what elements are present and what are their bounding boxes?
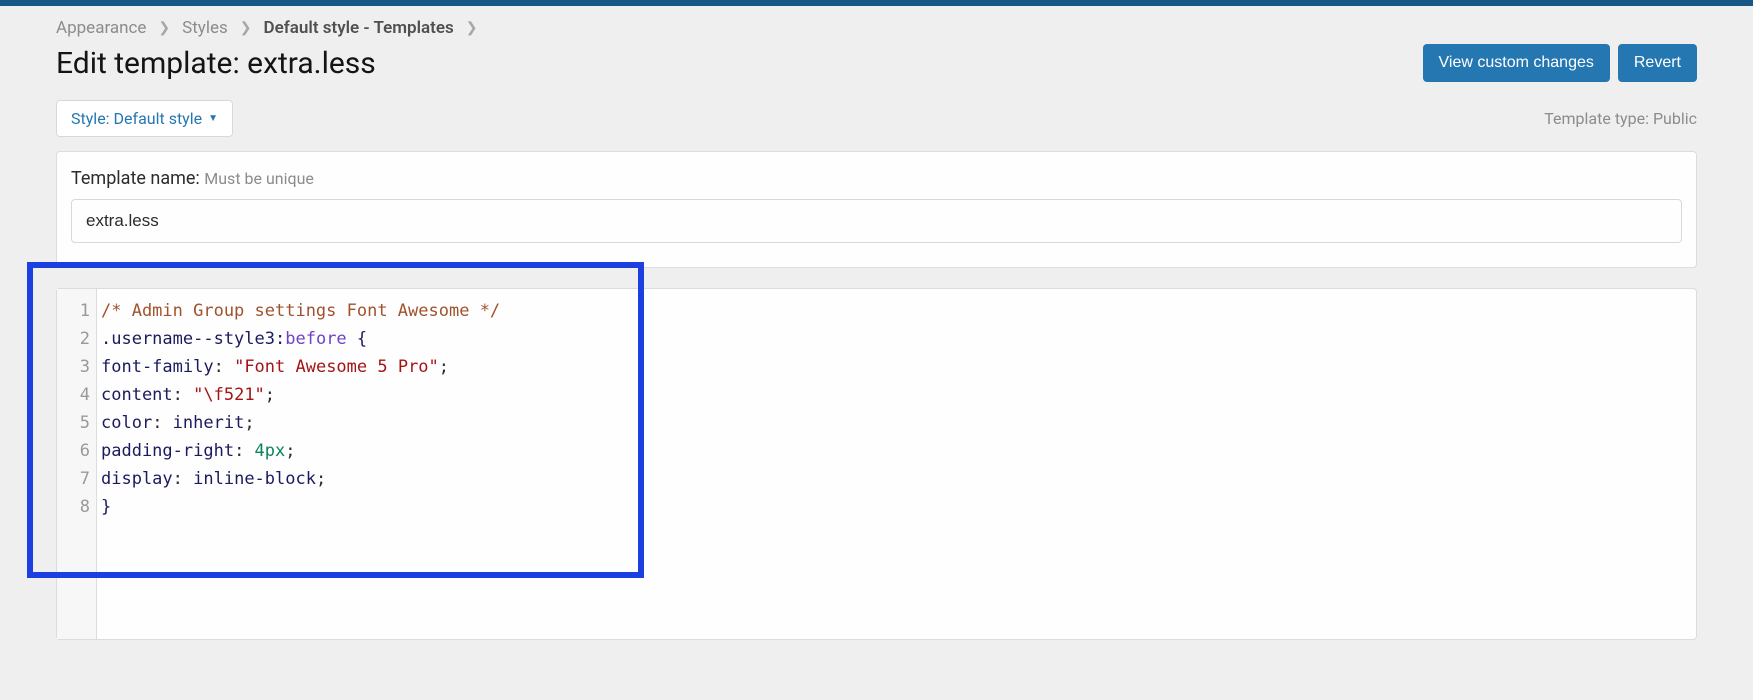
style-selector-label: Style: Default style <box>71 109 202 128</box>
template-name-hint: Must be unique <box>204 169 314 188</box>
page-title: Edit template: extra.less <box>56 46 376 81</box>
code-line: /* Admin Group settings Font Awesome */ <box>101 297 500 325</box>
caret-down-icon: ▼ <box>208 113 218 124</box>
code-body[interactable]: /* Admin Group settings Font Awesome */ … <box>97 289 500 639</box>
line-number: 3 <box>57 353 90 381</box>
breadcrumb-styles[interactable]: Styles <box>182 18 228 38</box>
code-line: display: inline-block; <box>101 465 500 493</box>
line-number: 7 <box>57 465 90 493</box>
template-name-panel: Template name: Must be unique <box>56 151 1697 268</box>
code-line: padding-right: 4px; <box>101 437 500 465</box>
code-line: } <box>101 493 500 521</box>
breadcrumb: Appearance ❯ Styles ❯ Default style - Te… <box>56 18 1697 38</box>
template-name-label: Template name: <box>71 168 200 189</box>
chevron-right-icon: ❯ <box>158 20 170 36</box>
breadcrumb-appearance[interactable]: Appearance <box>56 18 146 38</box>
action-buttons: View custom changes Revert <box>1423 44 1697 82</box>
chevron-right-icon: ❯ <box>466 20 478 36</box>
line-number-gutter: 1 2 3 4 5 6 7 8 <box>57 289 97 639</box>
breadcrumb-current: Default style - Templates <box>264 18 454 38</box>
code-editor-panel: 1 2 3 4 5 6 7 8 /* Admin Group settings … <box>56 288 1697 640</box>
view-custom-changes-button[interactable]: View custom changes <box>1423 44 1610 82</box>
code-line: font-family: "Font Awesome 5 Pro"; <box>101 353 500 381</box>
template-type-label: Template type: Public <box>1544 109 1697 128</box>
code-line: color: inherit; <box>101 409 500 437</box>
line-number: 4 <box>57 381 90 409</box>
line-number: 2 <box>57 325 90 353</box>
revert-button[interactable]: Revert <box>1618 44 1697 82</box>
code-line: .username--style3:before { <box>101 325 500 353</box>
line-number: 6 <box>57 437 90 465</box>
line-number: 5 <box>57 409 90 437</box>
code-line: content: "\f521"; <box>101 381 500 409</box>
code-editor[interactable]: 1 2 3 4 5 6 7 8 /* Admin Group settings … <box>57 289 1696 639</box>
style-selector-dropdown[interactable]: Style: Default style ▼ <box>56 100 233 137</box>
chevron-right-icon: ❯ <box>240 20 252 36</box>
template-name-input[interactable] <box>71 199 1682 243</box>
line-number: 1 <box>57 297 90 325</box>
line-number: 8 <box>57 493 90 521</box>
